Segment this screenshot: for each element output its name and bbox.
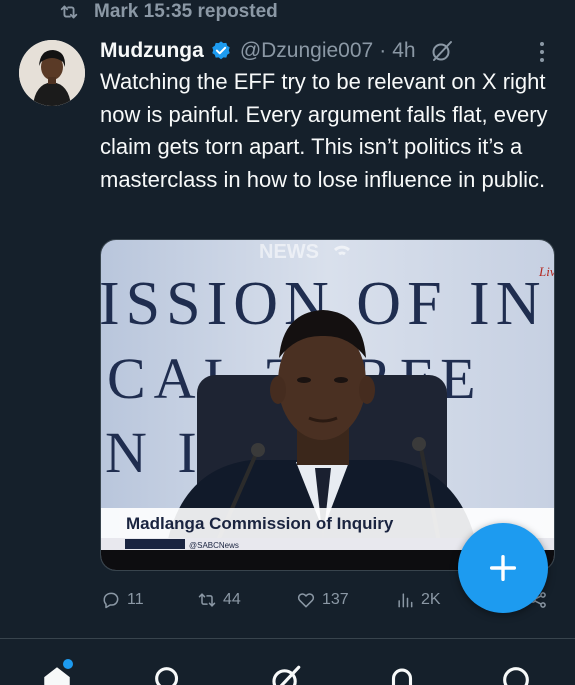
author-name[interactable]: Mudzunga <box>100 39 204 63</box>
tweet-media-image[interactable]: ISSION OF IN CAL TERFE N IMI NEWS Live M… <box>100 239 555 571</box>
repost-button[interactable]: 44 <box>197 587 241 613</box>
more-icon[interactable] <box>532 40 552 64</box>
grok-icon <box>272 665 301 685</box>
nav-home[interactable] <box>40 663 80 685</box>
live-badge: Live <box>538 264 555 279</box>
reply-icon <box>103 592 119 609</box>
repost-icon <box>198 593 216 607</box>
tweet-header: Mudzunga @Dzungie007 · 4h <box>100 36 454 66</box>
verified-badge-icon <box>212 41 230 60</box>
news-watermark: NEWS <box>259 241 319 263</box>
search-icon <box>155 667 179 685</box>
header-separator: · <box>379 39 387 62</box>
plus-icon <box>489 554 517 582</box>
views-icon <box>398 593 413 608</box>
nav-grok[interactable] <box>269 663 309 685</box>
tweet-text: Watching the EFF try to be relevant on X… <box>100 69 548 192</box>
home-notification-dot <box>63 659 73 669</box>
repost-indicator[interactable]: Mark 15:35 reposted <box>56 0 278 24</box>
avatar[interactable] <box>19 40 85 106</box>
repost-icon <box>60 5 78 19</box>
views-count: 2K <box>421 591 441 608</box>
compose-button[interactable] <box>458 523 548 613</box>
heart-icon <box>297 593 315 608</box>
reply-button[interactable]: 11 <box>101 587 144 613</box>
nav-notifications[interactable] <box>385 663 425 685</box>
grok-icon[interactable] <box>430 39 454 63</box>
author-handle[interactable]: @Dzungie007 <box>240 39 373 63</box>
notifications-icon <box>391 668 413 685</box>
reply-count: 11 <box>127 591 144 608</box>
lower-third-caption: Madlanga Commission of Inquiry <box>126 514 394 533</box>
nav-search[interactable] <box>151 663 191 685</box>
messages-icon <box>503 667 529 685</box>
bottom-navigation <box>0 639 575 685</box>
like-button[interactable]: 137 <box>296 587 349 613</box>
lower-third-handle: @SABCNews <box>189 541 239 550</box>
views-button[interactable]: 2K <box>395 587 441 613</box>
like-count: 137 <box>322 591 349 608</box>
tweet-time[interactable]: 4h <box>392 39 415 63</box>
nav-messages[interactable] <box>499 663 539 685</box>
repost-count: 44 <box>223 591 241 608</box>
repost-label: Mark 15:35 reposted <box>94 1 278 22</box>
